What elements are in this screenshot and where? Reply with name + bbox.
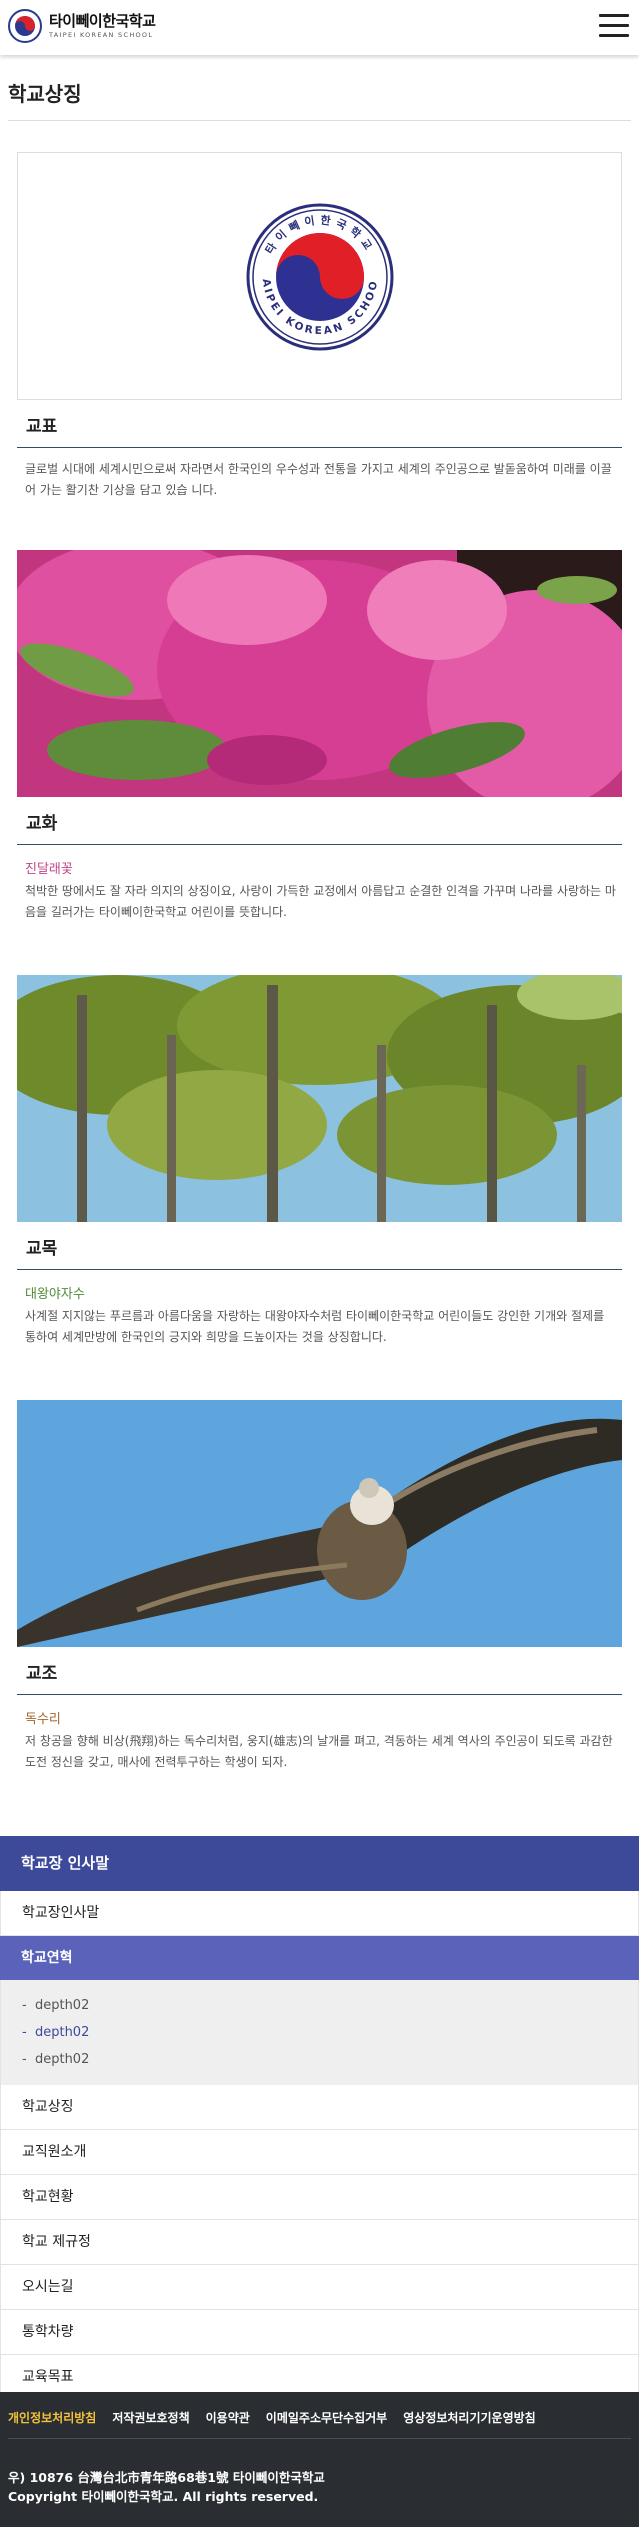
submenu-item-history-active[interactable]: 학교연혁	[0, 1936, 639, 1980]
section-description: 글로벌 시대에 세계시민으로써 자라면서 한국인의 우수성과 전통을 가지고 세…	[25, 462, 612, 497]
menu-icon	[599, 34, 629, 37]
footer-copyright: Copyright 타이뻬이한국학교. All rights reserved.	[8, 2489, 319, 2504]
school-emblem-panel: 타이뻬이한국학교 TAIPEI KOREAN SCHOOL	[17, 152, 622, 400]
depth2-item[interactable]: - depth02	[22, 1992, 638, 2019]
logo-english-name: TAIPEI KOREAN SCHOOL	[49, 30, 154, 39]
section-title: 교조	[26, 1664, 58, 1684]
submenu-item-directions[interactable]: 오시는길	[0, 2265, 639, 2310]
site-footer: 개인정보처리방침 저작권보호정책 이용약관 이메일주소무단수집거부 영상정보처리…	[0, 2392, 639, 2527]
submenu-item-greeting[interactable]: 학교장인사말	[0, 1891, 639, 1936]
submenu-depth2-list: - depth02 - depth02 - depth02	[0, 1980, 639, 2085]
footer-link-email-refusal[interactable]: 이메일주소무단수집거부	[266, 2409, 387, 2426]
azalea-flower-image	[17, 550, 622, 797]
depth2-item[interactable]: - depth02	[22, 2046, 638, 2073]
section-heading-tree: 교목	[17, 1232, 622, 1270]
submenu-item-regulations[interactable]: 학교 제규정	[0, 2220, 639, 2265]
depth2-label: depth02	[34, 2025, 90, 2040]
section-title: 교표	[26, 417, 58, 437]
hamburger-menu-button[interactable]	[599, 14, 629, 38]
submenu-panel: 학교장 인사말 학교장인사말 학교연혁 - depth02 - depth02 …	[0, 1836, 639, 2400]
section-description: 사계절 지지않는 푸르름과 아름다움을 자랑하는 대왕야자수처럼 타이뻬이한국학…	[25, 1309, 605, 1344]
depth2-label: depth02	[34, 2052, 90, 2067]
page-title: 학교상징	[8, 82, 82, 106]
school-logo[interactable]: 타이뻬이한국학교 TAIPEI KOREAN SCHOOL	[8, 9, 156, 43]
section-description: 저 창공을 향해 비상(飛翔)하는 독수리처럼, 웅지(雄志)의 날개를 펴고,…	[25, 1734, 613, 1769]
school-emblem-image: 타이뻬이한국학교 TAIPEI KOREAN SCHOOL	[245, 202, 394, 351]
title-divider	[8, 120, 631, 121]
site-header: 타이뻬이한국학교 TAIPEI KOREAN SCHOOL	[0, 0, 639, 55]
palm-tree-image	[17, 975, 622, 1222]
depth2-label: depth02	[34, 1998, 90, 2013]
submenu-item-school-bus[interactable]: 통학차량	[0, 2310, 639, 2355]
footer-links: 개인정보처리방침 저작권보호정책 이용약관 이메일주소무단수집거부 영상정보처리…	[8, 2409, 536, 2426]
section-heading-emblem: 교표	[17, 410, 622, 448]
footer-link-cctv-policy[interactable]: 영상정보처리기기운영방침	[403, 2409, 535, 2426]
footer-link-privacy[interactable]: 개인정보처리방침	[8, 2409, 96, 2426]
footer-info: 우) 10876 台灣台北市青年路68巷1號 타이뻬이한국학교 Copyrigh…	[8, 2468, 325, 2506]
school-emblem-icon	[8, 9, 42, 43]
footer-link-terms[interactable]: 이용약관	[206, 2409, 250, 2426]
submenu-header[interactable]: 학교장 인사말	[0, 1836, 639, 1891]
school-bird-name: 독수리	[25, 1712, 61, 1727]
depth2-item-active[interactable]: - depth02	[22, 2019, 638, 2046]
eagle-image	[17, 1400, 622, 1647]
menu-icon	[599, 14, 629, 17]
section-title: 교화	[26, 814, 58, 834]
submenu-item-symbols[interactable]: 학교상징	[0, 2085, 639, 2130]
school-tree-name: 대왕야자수	[25, 1287, 85, 1302]
submenu-item-staff[interactable]: 교직원소개	[0, 2130, 639, 2175]
section-heading-bird: 교조	[17, 1657, 622, 1695]
footer-link-copyright[interactable]: 저작권보호정책	[112, 2409, 189, 2426]
section-description: 척박한 땅에서도 잘 자라 의지의 상징이요, 사랑이 가득한 교정에서 아름답…	[25, 884, 616, 919]
footer-divider	[8, 2438, 631, 2439]
school-flower-name: 진달래꽃	[25, 862, 73, 877]
section-title: 교목	[26, 1239, 58, 1259]
footer-address: 우) 10876 台灣台北市青年路68巷1號 타이뻬이한국학교	[8, 2470, 325, 2485]
section-heading-flower: 교화	[17, 807, 622, 845]
menu-icon	[599, 24, 629, 27]
logo-korean-name: 타이뻬이한국학교	[49, 11, 156, 30]
submenu-item-status[interactable]: 학교현황	[0, 2175, 639, 2220]
